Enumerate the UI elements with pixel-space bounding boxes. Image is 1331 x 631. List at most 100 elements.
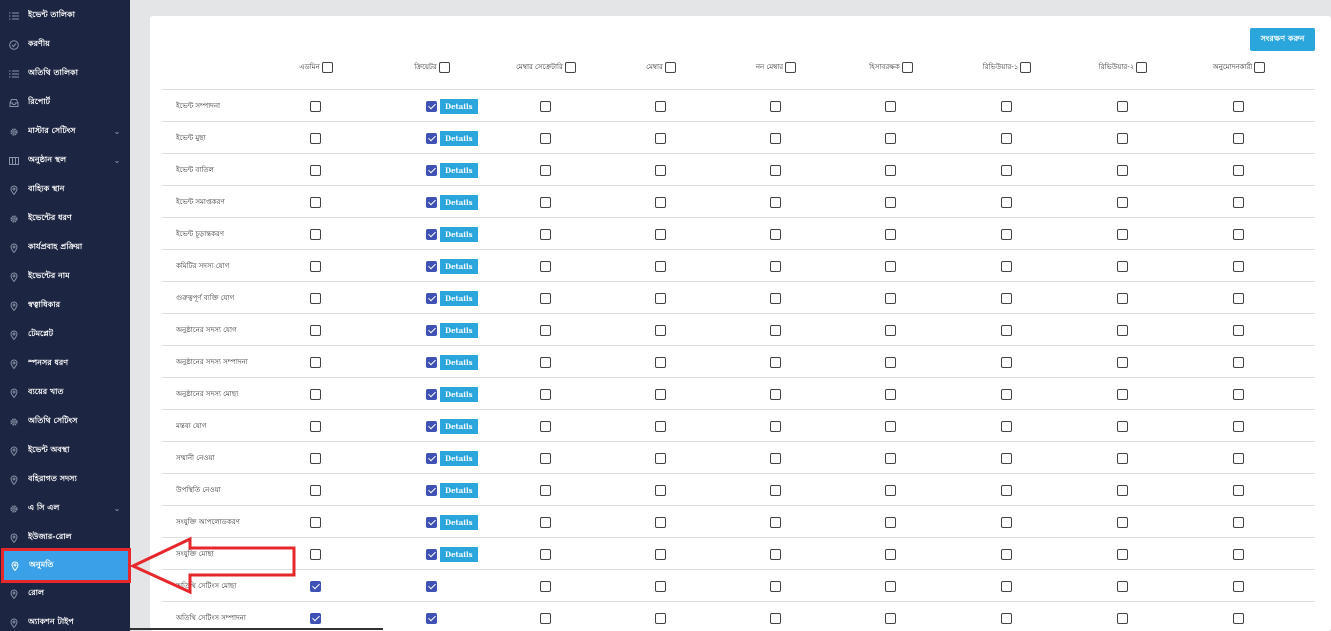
permission-checkbox[interactable] <box>310 548 321 560</box>
permission-checkbox[interactable] <box>540 196 551 208</box>
sidebar-item-9[interactable]: ইভেন্টের নাম <box>0 262 130 291</box>
details-button[interactable]: Details <box>440 546 478 562</box>
permission-checkbox[interactable] <box>426 580 437 592</box>
permission-checkbox[interactable] <box>426 356 437 368</box>
permission-checkbox[interactable] <box>426 452 437 464</box>
permission-checkbox[interactable] <box>885 100 896 112</box>
permission-checkbox[interactable] <box>540 100 551 112</box>
permission-checkbox[interactable] <box>770 292 781 304</box>
permission-checkbox[interactable] <box>1233 228 1244 240</box>
permission-checkbox[interactable] <box>1117 356 1128 368</box>
permission-checkbox[interactable] <box>310 356 321 368</box>
permission-checkbox[interactable] <box>310 196 321 208</box>
details-button[interactable]: Details <box>440 290 478 306</box>
permission-checkbox[interactable] <box>655 100 666 112</box>
permission-checkbox[interactable] <box>310 420 321 432</box>
details-button[interactable]: Details <box>440 130 478 146</box>
permission-checkbox[interactable] <box>1233 132 1244 144</box>
sidebar-item-12[interactable]: স্পনসর ধরণ <box>0 349 130 378</box>
sidebar-item-10[interactable]: স্বত্বাধিকার <box>0 291 130 320</box>
permission-checkbox[interactable] <box>885 260 896 272</box>
details-button[interactable]: Details <box>440 194 478 210</box>
sidebar-item-2[interactable]: অতিথি তালিকা <box>0 59 130 88</box>
details-button[interactable]: Details <box>440 386 478 402</box>
permission-checkbox[interactable] <box>1117 484 1128 496</box>
permission-checkbox[interactable] <box>1001 228 1012 240</box>
sidebar-item-15[interactable]: ইভেন্ট অবস্থা <box>0 436 130 465</box>
permission-checkbox[interactable] <box>655 132 666 144</box>
permission-checkbox[interactable] <box>540 164 551 176</box>
permission-checkbox[interactable] <box>540 324 551 336</box>
permission-checkbox[interactable] <box>540 228 551 240</box>
sidebar-item-0[interactable]: ইভেন্ট তালিকা <box>0 1 130 30</box>
select-all-checkbox[interactable] <box>664 61 676 73</box>
permission-checkbox[interactable] <box>1117 132 1128 144</box>
permission-checkbox[interactable] <box>885 132 896 144</box>
sidebar-item-20[interactable]: রোল <box>0 579 130 608</box>
permission-checkbox[interactable] <box>310 324 321 336</box>
permission-checkbox[interactable] <box>540 580 551 592</box>
permission-checkbox[interactable] <box>770 452 781 464</box>
permission-checkbox[interactable] <box>1117 100 1128 112</box>
permission-checkbox[interactable] <box>1117 196 1128 208</box>
permission-checkbox[interactable] <box>1117 420 1128 432</box>
permission-checkbox[interactable] <box>310 388 321 400</box>
permission-checkbox[interactable] <box>310 100 321 112</box>
sidebar-item-4[interactable]: মাস্টার সেটিংস ⌄ <box>0 117 130 146</box>
permission-checkbox[interactable] <box>770 484 781 496</box>
permission-checkbox[interactable] <box>426 132 437 144</box>
permission-checkbox[interactable] <box>770 228 781 240</box>
permission-checkbox[interactable] <box>885 324 896 336</box>
permission-checkbox[interactable] <box>1117 612 1128 624</box>
permission-checkbox[interactable] <box>885 548 896 560</box>
permission-checkbox[interactable] <box>655 356 666 368</box>
details-button[interactable]: Details <box>440 514 478 530</box>
permission-checkbox[interactable] <box>655 228 666 240</box>
select-all-checkbox[interactable] <box>438 61 450 73</box>
select-all-checkbox[interactable] <box>785 61 797 73</box>
permission-checkbox[interactable] <box>1001 580 1012 592</box>
permission-checkbox[interactable] <box>655 196 666 208</box>
permission-checkbox[interactable] <box>1001 452 1012 464</box>
permission-checkbox[interactable] <box>1233 388 1244 400</box>
permission-checkbox[interactable] <box>655 580 666 592</box>
details-button[interactable]: Details <box>440 226 478 242</box>
permission-checkbox[interactable] <box>770 196 781 208</box>
permission-checkbox[interactable] <box>426 612 437 624</box>
permission-checkbox[interactable] <box>310 132 321 144</box>
permission-checkbox[interactable] <box>1117 260 1128 272</box>
sidebar-item-5[interactable]: অনুষ্ঠান স্থল ⌄ <box>0 146 130 175</box>
permission-checkbox[interactable] <box>310 580 321 592</box>
permission-checkbox[interactable] <box>655 420 666 432</box>
permission-checkbox[interactable] <box>770 516 781 528</box>
permission-checkbox[interactable] <box>540 484 551 496</box>
permission-checkbox[interactable] <box>426 484 437 496</box>
permission-checkbox[interactable] <box>540 356 551 368</box>
permission-checkbox[interactable] <box>770 580 781 592</box>
permission-checkbox[interactable] <box>770 260 781 272</box>
sidebar-item-6[interactable]: বাহ্যিক স্থান <box>0 175 130 204</box>
permission-checkbox[interactable] <box>1001 324 1012 336</box>
permission-checkbox[interactable] <box>885 484 896 496</box>
permission-checkbox[interactable] <box>1233 356 1244 368</box>
permission-checkbox[interactable] <box>540 388 551 400</box>
select-all-checkbox[interactable] <box>1254 61 1266 73</box>
sidebar-item-1[interactable]: করণীয় <box>0 30 130 59</box>
permission-checkbox[interactable] <box>1233 484 1244 496</box>
permission-checkbox[interactable] <box>1233 420 1244 432</box>
permission-checkbox[interactable] <box>1117 516 1128 528</box>
permission-checkbox[interactable] <box>655 516 666 528</box>
permission-checkbox[interactable] <box>1001 612 1012 624</box>
permission-checkbox[interactable] <box>1117 548 1128 560</box>
permission-checkbox[interactable] <box>310 452 321 464</box>
permission-checkbox[interactable] <box>655 452 666 464</box>
permission-checkbox[interactable] <box>1001 132 1012 144</box>
permission-checkbox[interactable] <box>310 292 321 304</box>
permission-checkbox[interactable] <box>770 324 781 336</box>
permission-checkbox[interactable] <box>540 260 551 272</box>
permission-checkbox[interactable] <box>655 388 666 400</box>
permission-checkbox[interactable] <box>1233 196 1244 208</box>
permission-checkbox[interactable] <box>1233 516 1244 528</box>
permission-checkbox[interactable] <box>885 228 896 240</box>
select-all-checkbox[interactable] <box>564 61 576 73</box>
